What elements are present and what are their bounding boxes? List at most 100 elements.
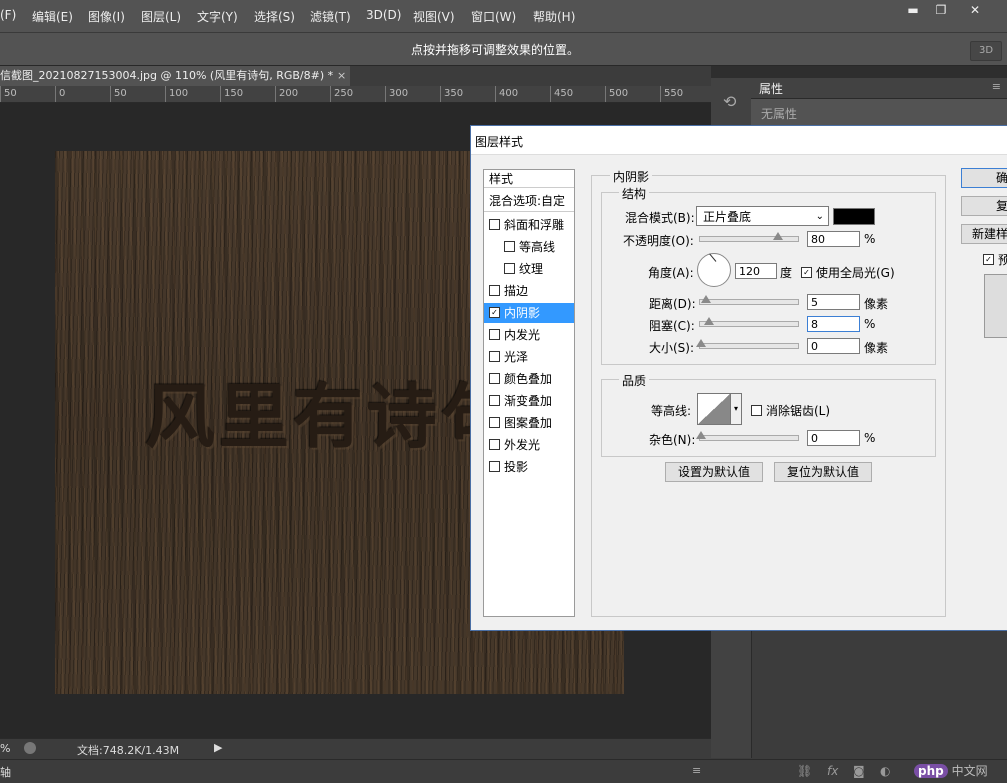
choke-slider-thumb[interactable] bbox=[704, 317, 714, 325]
panel-menu-icon[interactable]: ≡ bbox=[692, 764, 701, 777]
ruler-line bbox=[165, 86, 166, 102]
watermark: php 中文网 bbox=[914, 762, 988, 779]
style-item[interactable]: 渐变叠加 bbox=[484, 391, 574, 411]
noise-slider-thumb[interactable] bbox=[696, 431, 706, 439]
ruler-tick: 400 bbox=[499, 88, 519, 99]
style-item[interactable]: ✓ 内阴影 bbox=[484, 303, 574, 323]
style-item-label: 图案叠加 bbox=[504, 416, 553, 430]
add-mask-icon[interactable]: ◙ bbox=[853, 764, 865, 778]
style-checkbox-icon[interactable] bbox=[489, 395, 500, 406]
properties-menu-icon[interactable]: ≡ bbox=[992, 80, 1001, 93]
zoom-level[interactable]: % bbox=[0, 742, 10, 755]
options-hint: 点按并拖移可调整效果的位置。 bbox=[411, 43, 580, 57]
blend-mode-select[interactable]: 正片叠底 ⌄ bbox=[696, 206, 829, 226]
style-checkbox-icon[interactable] bbox=[489, 329, 500, 340]
timeline-label[interactable]: 轴 bbox=[0, 764, 11, 780]
style-checkbox-icon[interactable] bbox=[489, 285, 500, 296]
menu-type[interactable]: 文字(Y) bbox=[197, 8, 238, 25]
close-window-icon[interactable]: ✕ bbox=[962, 2, 988, 18]
blend-options-item[interactable]: 混合选项:自定 bbox=[484, 191, 574, 212]
new-style-button[interactable]: 新建样 bbox=[961, 224, 1007, 244]
preview-checkbox[interactable]: ✓ 预 bbox=[983, 251, 1007, 268]
menu-help[interactable]: 帮助(H) bbox=[533, 8, 575, 25]
choke-input[interactable]: 8 bbox=[807, 316, 860, 332]
link-layers-icon[interactable]: ⛓ bbox=[797, 764, 812, 778]
style-checkbox-icon[interactable] bbox=[504, 241, 515, 252]
menu-edit[interactable]: 编辑(E) bbox=[32, 8, 73, 25]
noise-label: 杂色(N): bbox=[649, 433, 696, 447]
style-item-label: 描边 bbox=[504, 284, 529, 298]
adjustment-layer-icon[interactable]: ◐ bbox=[880, 764, 890, 778]
style-item[interactable]: 外发光 bbox=[484, 435, 574, 455]
ruler-tick: 550 bbox=[664, 88, 684, 99]
distance-slider[interactable] bbox=[699, 295, 799, 305]
style-item[interactable]: 图案叠加 bbox=[484, 413, 574, 433]
menu-select[interactable]: 选择(S) bbox=[254, 8, 295, 25]
ruler-line bbox=[0, 86, 1, 102]
menu-window[interactable]: 窗口(W) bbox=[471, 8, 516, 25]
choke-label: 阻塞(C): bbox=[649, 319, 695, 333]
style-item[interactable]: 描边 bbox=[484, 281, 574, 301]
panel-collapse-bar[interactable] bbox=[711, 66, 1007, 78]
style-checkbox-icon[interactable] bbox=[489, 439, 500, 450]
style-checkbox-icon[interactable]: ✓ bbox=[489, 307, 500, 318]
distance-slider-thumb[interactable] bbox=[701, 295, 711, 303]
ruler-line bbox=[550, 86, 551, 102]
size-slider[interactable] bbox=[696, 339, 799, 349]
menu-view[interactable]: 视图(V) bbox=[413, 8, 455, 25]
style-item[interactable]: 斜面和浮雕 bbox=[484, 215, 574, 235]
tab-properties[interactable]: 属性 bbox=[759, 80, 783, 97]
minimize-icon[interactable]: ▬ bbox=[900, 2, 926, 18]
global-light-checkbox[interactable]: ✓ 使用全局光(G) bbox=[801, 264, 895, 281]
noise-input[interactable]: 0 bbox=[807, 430, 860, 446]
horizontal-ruler: 50 0 50 100 150 200 250 300 350 400 450 … bbox=[0, 86, 711, 103]
antialias-checkbox[interactable]: 消除锯齿(L) bbox=[751, 402, 830, 419]
style-item[interactable]: 纹理 bbox=[484, 259, 574, 279]
ruler-tick: 500 bbox=[609, 88, 629, 99]
menu-layer[interactable]: 图层(L) bbox=[141, 8, 181, 25]
style-checkbox-icon[interactable] bbox=[489, 351, 500, 362]
reset-default-button[interactable]: 复位为默认值 bbox=[774, 462, 872, 482]
angle-dial-icon[interactable] bbox=[697, 253, 731, 287]
style-checkbox-icon[interactable] bbox=[489, 219, 500, 230]
size-slider-thumb[interactable] bbox=[696, 339, 706, 347]
style-item[interactable]: 颜色叠加 bbox=[484, 369, 574, 389]
restore-icon[interactable]: ❐ bbox=[928, 2, 954, 18]
style-checkbox-icon[interactable] bbox=[489, 461, 500, 472]
style-checkbox-icon[interactable] bbox=[504, 263, 515, 274]
shadow-color-swatch[interactable] bbox=[833, 208, 875, 225]
set-default-button[interactable]: 设置为默认值 bbox=[665, 462, 763, 482]
styles-header[interactable]: 样式 bbox=[484, 170, 574, 188]
style-item[interactable]: 投影 bbox=[484, 457, 574, 477]
style-checkbox-icon[interactable] bbox=[489, 373, 500, 384]
fx-icon[interactable]: fx bbox=[827, 764, 838, 778]
no-properties-text: 无属性 bbox=[761, 107, 798, 121]
history-icon[interactable]: ⟲ bbox=[723, 92, 736, 111]
distance-input[interactable]: 5 bbox=[807, 294, 860, 310]
choke-slider[interactable] bbox=[699, 317, 799, 327]
status-menu-arrow-icon[interactable]: ▶ bbox=[214, 741, 222, 754]
opacity-slider[interactable] bbox=[699, 232, 799, 242]
menu-file[interactable]: (F) bbox=[0, 8, 16, 22]
size-input[interactable]: 0 bbox=[807, 338, 860, 354]
document-tab[interactable]: 信截图_20210827153004.jpg @ 110% (风里有诗句, RG… bbox=[0, 66, 350, 86]
ok-button[interactable]: 确 bbox=[961, 168, 1007, 188]
opacity-input[interactable]: 80 bbox=[807, 231, 860, 247]
style-item[interactable]: 内发光 bbox=[484, 325, 574, 345]
dialog-title: 图层样式 bbox=[475, 135, 524, 149]
opacity-slider-thumb[interactable] bbox=[773, 232, 783, 240]
contour-preview[interactable] bbox=[697, 393, 731, 425]
angle-input[interactable]: 120 bbox=[735, 263, 777, 279]
menu-image[interactable]: 图像(I) bbox=[88, 8, 125, 25]
dialog-title-bar[interactable]: 图层样式 bbox=[471, 126, 1007, 155]
menu-3d[interactable]: 3D(D) bbox=[366, 8, 401, 22]
reset-button[interactable]: 复 bbox=[961, 196, 1007, 216]
style-item[interactable]: 等高线 bbox=[484, 237, 574, 257]
noise-slider[interactable] bbox=[696, 431, 799, 441]
style-checkbox-icon[interactable] bbox=[489, 417, 500, 428]
mode-3d-button[interactable]: 3D bbox=[970, 41, 1002, 61]
close-tab-icon[interactable]: × bbox=[337, 66, 346, 86]
style-item[interactable]: 光泽 bbox=[484, 347, 574, 367]
contour-dropdown-icon[interactable]: ▾ bbox=[730, 393, 742, 425]
menu-filter[interactable]: 滤镜(T) bbox=[310, 8, 351, 25]
